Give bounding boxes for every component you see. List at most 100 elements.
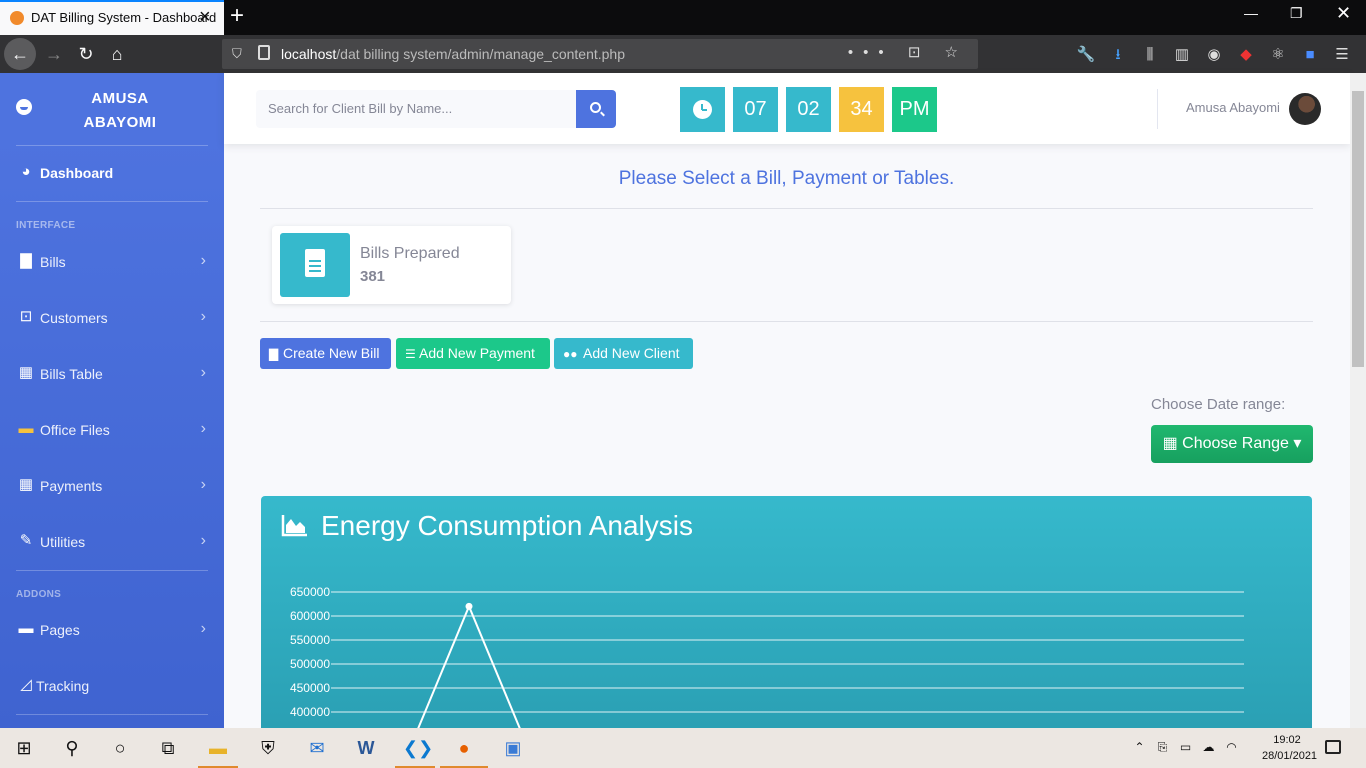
close-window-icon[interactable]: ✕ xyxy=(1336,3,1351,24)
folder-icon: ▬ xyxy=(18,620,34,637)
network-app-icon[interactable]: ▣ xyxy=(501,736,525,760)
page-actions-icon[interactable]: ••• ⊡ ☆ xyxy=(848,43,968,61)
scrollbar-thumb[interactable] xyxy=(1352,91,1364,367)
taskbar-time: 19:02 xyxy=(1273,734,1301,746)
mail-icon[interactable]: ✉ xyxy=(305,736,329,760)
y-tick-label: 400000 xyxy=(290,705,330,719)
menu-icon[interactable]: ☰ xyxy=(1326,45,1358,63)
forward-icon[interactable]: → xyxy=(38,38,70,70)
sidebar-item-office-files[interactable]: ▬ Office Files › xyxy=(0,410,224,450)
windows-start-icon[interactable]: ⊞ xyxy=(12,736,36,760)
sidebar-divider xyxy=(16,145,208,146)
download-icon[interactable]: ⭳ xyxy=(1102,44,1134,69)
taskbar-clock[interactable]: 19:02 28/01/2021 xyxy=(1262,732,1318,764)
chevron-right-icon: › xyxy=(200,620,206,637)
taskbar-date: 28/01/2021 xyxy=(1262,750,1318,762)
search-icon[interactable]: ⚲ xyxy=(60,736,84,760)
date-range-label: Choose Date range: xyxy=(1151,396,1286,413)
word-icon[interactable]: W xyxy=(354,736,378,760)
card-icon-box xyxy=(280,233,350,297)
clock-box xyxy=(680,87,725,132)
data-point[interactable] xyxy=(465,602,473,610)
sidebar-item-dashboard[interactable]: ◕ Dashboard xyxy=(0,153,224,193)
react-icon[interactable]: ⚛ xyxy=(1262,45,1294,63)
browser-tab[interactable]: DAT Billing System - Dashboard × xyxy=(0,0,224,35)
choose-range-button[interactable]: ▦ Choose Range ▾ xyxy=(1151,425,1313,463)
tachometer-icon: ◕ xyxy=(21,163,31,180)
home-icon[interactable]: ⌂ xyxy=(101,38,133,70)
meet-now-icon[interactable]: ⎘ xyxy=(1151,740,1174,755)
onedrive-icon[interactable]: ☁ xyxy=(1197,740,1220,754)
sidebar-item-label: Pages xyxy=(40,622,80,638)
page-scrollbar[interactable] xyxy=(1350,73,1366,728)
task-view-icon[interactable]: ⧉ xyxy=(156,736,180,760)
y-tick-label: 600000 xyxy=(290,609,330,623)
sidebar-item-pages[interactable]: ▬ Pages › xyxy=(0,610,224,650)
library-icon[interactable]: ⫼ xyxy=(1134,46,1166,63)
system-tray: ⌃ ⎘ ▭ ☁ ◠ xyxy=(1128,740,1243,755)
back-icon[interactable]: ← xyxy=(4,38,36,70)
url-text[interactable]: localhost/dat billing system/admin/manag… xyxy=(281,46,625,62)
folder-icon: ▬ xyxy=(18,420,34,437)
content-divider xyxy=(260,208,1313,209)
sidebar-toggle-icon[interactable]: ▥ xyxy=(1166,45,1198,63)
user-name[interactable]: Amusa Abayomi xyxy=(1186,100,1280,115)
content-divider xyxy=(260,321,1313,322)
create-new-bill-button[interactable]: ▇ Create New Bill xyxy=(260,338,391,369)
energy-chart: 650000 600000 550000 500000 450000 400000 xyxy=(290,585,1244,736)
sidebar-item-tracking[interactable]: ◿ Tracking xyxy=(0,666,224,706)
page-instruction: Please Select a Bill, Payment or Tables. xyxy=(618,168,955,189)
sidebar-divider xyxy=(16,201,208,202)
topbar: Search for Client Bill by Name... 07 02 … xyxy=(224,73,1350,144)
shield-icon[interactable]: ⛉ xyxy=(232,46,242,62)
sidebar-item-utilities[interactable]: ✎ Utilities › xyxy=(0,522,224,562)
search-icon xyxy=(590,102,601,113)
clock-seconds: 34 xyxy=(839,87,884,132)
file-explorer-icon[interactable]: ▬ xyxy=(206,736,230,760)
wifi-icon[interactable]: ◠ xyxy=(1220,740,1243,754)
zoom-icon[interactable]: ■ xyxy=(1294,46,1326,63)
battery-icon[interactable]: ▭ xyxy=(1174,740,1197,754)
search-input[interactable]: Search for Client Bill by Name... xyxy=(268,101,452,116)
notification-icon[interactable] xyxy=(1325,740,1341,754)
users-icon: ●● xyxy=(563,347,578,361)
sidebar-item-label: Bills xyxy=(40,254,66,270)
sidebar-item-label: Office Files xyxy=(40,422,110,438)
cortana-icon[interactable]: ○ xyxy=(108,736,132,760)
sidebar-item-label: Tracking xyxy=(36,678,90,694)
chevron-right-icon: › xyxy=(200,364,206,381)
chevron-right-icon: › xyxy=(200,308,206,325)
new-tab-icon[interactable]: + xyxy=(230,2,244,30)
address-bar[interactable]: ⛉ localhost/dat billing system/admin/man… xyxy=(222,39,978,69)
sidebar-item-label: Bills Table xyxy=(40,366,103,382)
wrench-icon: ✎ xyxy=(19,532,33,549)
y-tick-label: 550000 xyxy=(290,633,330,647)
minimize-icon[interactable]: — xyxy=(1244,5,1258,21)
firefox-icon[interactable]: ● xyxy=(452,736,476,760)
avatar[interactable] xyxy=(1289,93,1321,125)
sidebar-item-bills[interactable]: ▇ Bills › xyxy=(0,242,224,282)
sidebar-item-customers[interactable]: ⊡ Customers › xyxy=(0,298,224,338)
browser-nav-bar: ← → ↻ ⌂ ⛉ localhost/dat billing system/a… xyxy=(0,35,1366,73)
close-tab-icon[interactable]: × xyxy=(199,6,211,29)
topbar-divider xyxy=(1157,89,1158,129)
bills-prepared-card[interactable]: Bills Prepared 381 xyxy=(272,226,511,304)
restore-icon[interactable]: ❐ xyxy=(1290,5,1303,22)
add-new-payment-button[interactable]: ☰ Add New Payment xyxy=(396,338,550,369)
chevron-up-icon[interactable]: ⌃ xyxy=(1128,740,1151,754)
page-info-icon[interactable] xyxy=(258,45,270,60)
sidebar-brand[interactable]: AMUSA ABAYOMI xyxy=(60,87,180,135)
chevron-right-icon: › xyxy=(200,532,206,549)
sidebar-divider xyxy=(16,570,208,571)
wrench-icon[interactable]: 🔧 xyxy=(1070,45,1102,63)
account-icon[interactable]: ◉ xyxy=(1198,45,1230,63)
search-button[interactable] xyxy=(576,90,616,128)
sidebar-item-payments[interactable]: ▦ Payments › xyxy=(0,466,224,506)
clock-minutes: 02 xyxy=(786,87,831,132)
extension-icon[interactable]: ◆ xyxy=(1230,45,1262,63)
vscode-icon[interactable]: ❮❯ xyxy=(403,736,433,760)
security-icon[interactable]: ⛨ xyxy=(256,736,280,760)
add-new-client-button[interactable]: ●● Add New Client xyxy=(554,338,693,369)
reload-icon[interactable]: ↻ xyxy=(70,38,102,70)
sidebar-item-bills-table[interactable]: ▦ Bills Table › xyxy=(0,354,224,394)
